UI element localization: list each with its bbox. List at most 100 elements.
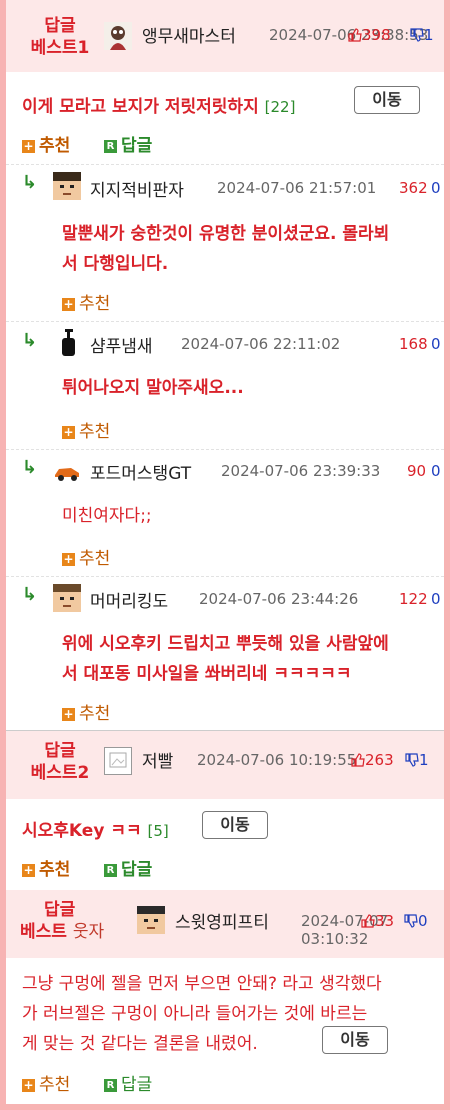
downvote-value: 1 <box>424 26 434 44</box>
recommend-button[interactable]: + 추천 <box>62 544 110 569</box>
downvote-value: 0 <box>418 912 428 930</box>
plus-icon: + <box>22 138 35 153</box>
divider <box>6 321 444 322</box>
downvote-count[interactable]: 1 <box>410 26 434 44</box>
recommend-label: 추천 <box>79 422 111 442</box>
reply-text-line: 위에 시오후키 드립치고 뿌듯해 있을 사람앞에 <box>62 634 389 654</box>
upvote-value: 33 <box>375 912 395 930</box>
post-title[interactable]: 이게 모라고 보지가 저릿저릿하지 [22] <box>22 92 295 117</box>
recommend-label: 추천 <box>79 294 111 314</box>
reply-button[interactable]: R 답글 <box>104 1070 152 1095</box>
reply-label: 답글 <box>121 136 153 156</box>
post-date: 2024-07-06 22:11:02 <box>181 335 341 353</box>
reply-text-line: 미친여자다;; <box>62 506 152 526</box>
author-nickname[interactable]: 포드머스탱GT <box>90 459 191 484</box>
plus-icon: + <box>62 706 75 721</box>
downvote-count[interactable]: 0 <box>404 912 428 930</box>
author-nickname[interactable]: 머머리킹도 <box>90 587 168 612</box>
post-title-text: 시오후Key ㅋㅋ <box>22 821 142 841</box>
comment-count: [22] <box>264 98 296 116</box>
best-replies-panel: 답글 베스트1 앵무새마스터 2024-07-06 23:38:53 398 1… <box>0 0 450 1110</box>
downvote-count[interactable]: 0 <box>431 462 441 480</box>
recommend-button[interactable]: + 추천 <box>22 131 70 156</box>
reply-text: 튀어나오지 말아주새오... <box>62 373 244 403</box>
recommend-label: 추천 <box>79 549 111 569</box>
category-label: 웃자 <box>72 922 105 942</box>
upvote-count[interactable]: 362 <box>399 179 428 197</box>
upvote-count[interactable]: 263 <box>351 751 394 769</box>
reply-text-line: 서 대포동 미사일을 쏴버리네 ㅋㅋㅋㅋㅋ <box>62 664 352 684</box>
move-button[interactable]: 이동 <box>354 86 420 114</box>
thumbs-down-icon <box>405 753 419 767</box>
recommend-label: 추천 <box>79 704 111 724</box>
move-button[interactable]: 이동 <box>322 1026 388 1054</box>
reply-button[interactable]: R 답글 <box>104 131 152 156</box>
downvote-count[interactable]: 0 <box>431 179 441 197</box>
pixel-face-avatar[interactable] <box>137 906 165 934</box>
reply-button[interactable]: R 답글 <box>104 855 152 880</box>
best-tag-line1: 답글 <box>44 900 76 920</box>
thumbs-up-icon <box>361 914 375 928</box>
reply-arrow-icon: ↳ <box>22 172 38 193</box>
post-date: 2024-07-06 23:39:33 <box>221 462 381 480</box>
author-nickname[interactable]: 샴푸냄새 <box>90 332 153 357</box>
upvote-count[interactable]: 33 <box>361 912 394 930</box>
thumbs-up-icon <box>351 753 365 767</box>
reply-text-line: 서 다행입니다. <box>62 254 169 274</box>
plus-icon: + <box>22 1077 35 1092</box>
downvote-value: 1 <box>419 751 429 769</box>
upvote-value: 398 <box>362 26 391 44</box>
author-nickname[interactable]: 스윗영피프티 <box>175 908 269 933</box>
plus-icon: + <box>22 862 35 877</box>
plus-icon: + <box>62 424 75 439</box>
best-tag-line1: 답글 <box>44 16 76 36</box>
pixel-face-avatar[interactable] <box>53 584 81 612</box>
parrot-avatar[interactable] <box>104 22 132 50</box>
upvote-count[interactable]: 168 <box>399 335 428 353</box>
recommend-label: 추천 <box>39 860 71 880</box>
author-nickname[interactable]: 저빨 <box>142 747 173 772</box>
reply-label: 답글 <box>121 1075 153 1095</box>
best3-tag: 답글 베스트 웃자 <box>20 899 130 943</box>
best-tag-line1: 답글 <box>44 741 76 761</box>
upvote-value: 263 <box>365 751 394 769</box>
downvote-count[interactable]: 1 <box>405 751 429 769</box>
reply-arrow-icon: ↳ <box>22 457 38 478</box>
move-button[interactable]: 이동 <box>202 811 268 839</box>
upvote-count[interactable]: 122 <box>399 590 428 608</box>
divider <box>6 576 444 577</box>
broken-image-avatar[interactable] <box>104 747 132 775</box>
recommend-button[interactable]: + 추천 <box>22 855 70 880</box>
upvote-count[interactable]: 398 <box>348 26 391 44</box>
thumbs-down-icon <box>404 914 418 928</box>
pixel-face-avatar[interactable] <box>53 172 81 200</box>
reply-icon: R <box>104 139 117 153</box>
shampoo-bottle-avatar[interactable] <box>53 328 81 356</box>
post-body-line: 가 러브젤은 구멍이 아니라 들어가는 것에 바르는 <box>22 1004 368 1024</box>
recommend-button[interactable]: + 추천 <box>62 289 110 314</box>
upvote-count[interactable]: 90 <box>407 462 426 480</box>
reply-arrow-icon: ↳ <box>22 330 38 351</box>
car-avatar[interactable] <box>53 457 81 485</box>
post-body-line: 그냥 구멍에 젤을 먼저 부으면 안돼? 라고 생각했다 <box>22 974 382 994</box>
thumbs-up-icon <box>348 28 362 42</box>
reply-text: 미친여자다;; <box>62 501 152 531</box>
divider <box>6 164 444 165</box>
post-title[interactable]: 시오후Key ㅋㅋ [5] <box>22 816 169 841</box>
recommend-button[interactable]: + 추천 <box>62 417 110 442</box>
post-date: 2024-07-06 23:44:26 <box>199 590 359 608</box>
downvote-count[interactable]: 0 <box>431 590 441 608</box>
plus-icon: + <box>62 551 75 566</box>
post-date: 2024-07-06 10:19:55 <box>197 751 357 769</box>
author-nickname[interactable]: 앵무새마스터 <box>142 22 236 47</box>
author-nickname[interactable]: 지지적비판자 <box>90 176 184 201</box>
reply-text: 말뿐새가 숭한것이 유명한 분이셨군요. 몰라뵈 서 다행입니다. <box>62 219 389 279</box>
recommend-button[interactable]: + 추천 <box>22 1070 70 1095</box>
best-tag-line2: 베스트2 <box>30 763 90 783</box>
best1-tag: 답글 베스트1 <box>20 15 100 59</box>
reply-text: 위에 시오후키 드립치고 뿌듯해 있을 사람앞에 서 대포동 미사일을 쏴버리네… <box>62 629 389 689</box>
best-tag-line2: 베스트 <box>20 922 67 942</box>
reply-icon: R <box>104 863 117 877</box>
downvote-count[interactable]: 0 <box>431 335 441 353</box>
recommend-button[interactable]: + 추천 <box>62 699 110 724</box>
